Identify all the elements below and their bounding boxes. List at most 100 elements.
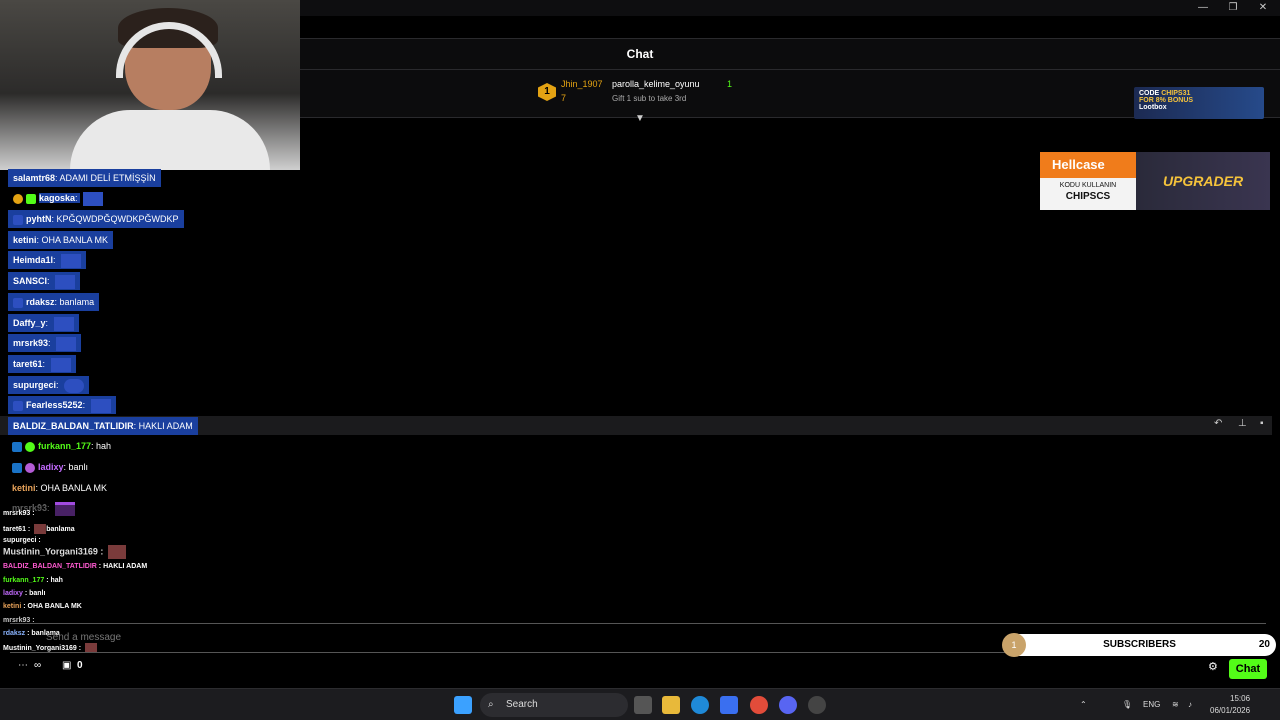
message-input-placeholder: Send a message xyxy=(46,632,122,643)
chat-title: Chat xyxy=(626,47,654,61)
divider xyxy=(300,69,1280,70)
message-user[interactable]: kagoska xyxy=(39,193,76,203)
language-indicator[interactable]: ENG xyxy=(1143,689,1160,720)
leader-second-user[interactable]: parolla_kelime_oyunu xyxy=(612,79,700,89)
emote xyxy=(53,316,74,331)
chat-message[interactable]: Daffy_y: xyxy=(8,314,79,332)
message-user[interactable]: Heimda1l xyxy=(13,255,53,265)
file-explorer-icon[interactable] xyxy=(662,696,680,714)
message-text: HAKLI ADAM xyxy=(138,421,193,431)
store-icon[interactable] xyxy=(720,696,738,714)
gear-icon[interactable]: ⚙ xyxy=(1208,660,1218,673)
taskbar-search[interactable]: ⌕ Search xyxy=(480,693,628,717)
message-user[interactable]: ketini xyxy=(12,483,36,493)
subscribers-count: 20 xyxy=(1258,639,1270,650)
minimize-button[interactable]: — xyxy=(1188,1,1218,15)
windows-start-icon[interactable] xyxy=(454,696,472,714)
subscribers-goal-bar: 1 SUBSCRIBERS 20 xyxy=(1002,633,1276,657)
lootbox-promo-banner[interactable]: CODE CHIPS31 FOR 8% BONUS Lootbox xyxy=(1134,87,1264,119)
subscribers-label: SUBSCRIBERS xyxy=(1103,639,1176,650)
message-user[interactable]: ketini xyxy=(13,235,37,245)
message-user[interactable]: Fearless5252 xyxy=(26,400,83,410)
chat-message[interactable]: ketini: OHA BANLA MK xyxy=(12,479,107,497)
edge-browser-icon[interactable] xyxy=(691,696,709,714)
taskbar-search-label: Search xyxy=(506,699,538,710)
chat-message[interactable]: taret61: xyxy=(8,355,76,373)
chat-message[interactable]: supurgeci: xyxy=(8,376,90,394)
message-user[interactable]: Daffy_y xyxy=(13,318,46,328)
points-count: 0 xyxy=(77,660,83,671)
chat-message[interactable]: ketini: OHA BANLA MK xyxy=(8,231,114,249)
message-text: OHA BANLA MK xyxy=(41,235,109,245)
emote xyxy=(83,191,104,206)
close-button[interactable]: ✕ xyxy=(1248,1,1278,15)
overlay-message: supurgeci : xyxy=(3,537,41,544)
task-view-icon[interactable] xyxy=(634,696,652,714)
hellcase-promo-banner[interactable]: Hellcase KODU KULLANIN CHIPSCS UPGRADER xyxy=(1040,152,1270,210)
overlay-message: BALDIZ_BALDAN_TATLIDIR : HAKLI ADAM xyxy=(3,563,148,570)
message-user[interactable]: mrsrk93 xyxy=(13,338,48,348)
badge-icon xyxy=(12,441,22,452)
chat-message[interactable]: Heimda1l: xyxy=(8,251,87,269)
infinity-icon[interactable]: ∞ xyxy=(34,660,41,671)
app-icon[interactable] xyxy=(808,696,826,714)
message-user[interactable]: ladixy xyxy=(38,462,64,472)
chat-message[interactable]: mrsrk93: xyxy=(8,334,82,352)
leader-first-user[interactable]: Jhin_1907 xyxy=(561,79,603,89)
volume-icon[interactable]: ♪ xyxy=(1188,689,1192,720)
wifi-icon[interactable]: ≋ xyxy=(1172,689,1179,720)
chrome-icon[interactable] xyxy=(750,696,768,714)
message-user[interactable]: pyhtN xyxy=(26,214,52,224)
emote xyxy=(90,398,111,413)
chat-message[interactable]: BALDIZ_BALDAN_TATLIDIR: HAKLI ADAM xyxy=(8,417,198,435)
chat-message[interactable]: pyhtN: KPĞQWDPĞQWDKPĞWDKP xyxy=(8,210,184,228)
message-user[interactable]: BALDIZ_BALDAN_TATLIDIR xyxy=(13,421,134,431)
chat-message[interactable]: kagoska: xyxy=(8,189,108,207)
webcam-video xyxy=(0,0,300,170)
message-user[interactable]: supurgeci xyxy=(13,380,56,390)
overlay-message: furkann_177 : hah xyxy=(3,577,63,584)
emote xyxy=(56,336,77,351)
message-user[interactable]: furkann_177 xyxy=(38,441,91,451)
hellcase-logo: Hellcase xyxy=(1040,152,1136,178)
gift-sub-prompt[interactable]: Gift 1 sub to take 3rd xyxy=(612,94,686,103)
hellcase-code-box: KODU KULLANIN CHIPSCS xyxy=(1040,178,1136,210)
chat-header-panel: Chat 1 Jhin_1907 7 parolla_kelime_oyunu … xyxy=(300,38,1280,124)
tray-chevron-icon[interactable]: ⌃ xyxy=(1080,689,1087,720)
pin-icon[interactable]: ⊥ xyxy=(1238,418,1247,429)
overlay-message: mrsrk93 : xyxy=(3,510,35,517)
message-user[interactable]: SANSCI xyxy=(13,276,47,286)
hellcase-code: CHIPSCS xyxy=(1065,191,1111,202)
microphone-icon[interactable]: 🎙 xyxy=(1122,689,1132,720)
gift-icon[interactable]: ▣ xyxy=(62,660,71,671)
leader-second-count: 1 xyxy=(727,79,733,89)
send-chat-button[interactable]: Chat xyxy=(1229,659,1267,679)
chat-message[interactable]: SANSCI: xyxy=(8,272,81,290)
chat-message[interactable]: salamtr68: ADAMI DELİ ETMİŞŞİN xyxy=(8,169,161,187)
share-icon[interactable]: ⋯ xyxy=(18,660,28,671)
reply-icon[interactable]: ↶ xyxy=(1214,418,1222,429)
emote xyxy=(61,253,82,268)
message-user[interactable]: taret61 xyxy=(13,359,43,369)
rank-badge: 1 xyxy=(538,83,556,101)
chat-message[interactable]: ladixy: banlı xyxy=(12,458,88,476)
message-text: OHA BANLA MK xyxy=(40,483,108,493)
badge-icon xyxy=(13,400,23,411)
message-user[interactable]: rdaksz xyxy=(26,297,55,307)
leader-first-count: 7 xyxy=(561,93,567,103)
delete-icon[interactable]: ▪ xyxy=(1260,418,1264,429)
collapse-chevron-icon[interactable]: ▼ xyxy=(634,113,646,124)
message-text: KPĞQWDPĞQWDKPĞWDKP xyxy=(56,214,179,224)
chat-message[interactable]: Fearless5252: xyxy=(8,396,116,414)
search-icon: ⌕ xyxy=(488,699,494,710)
chat-message[interactable]: rdaksz: banlama xyxy=(8,293,100,311)
chat-message[interactable]: furkann_177: hah xyxy=(12,437,111,455)
message-user[interactable]: salamtr68 xyxy=(13,173,55,183)
overlay-message: Mustinin_Yorgani3169 : xyxy=(3,545,126,559)
message-text: banlı xyxy=(68,462,89,472)
clock-date[interactable]: 06/01/2026 xyxy=(1210,695,1250,720)
discord-icon[interactable] xyxy=(779,696,797,714)
badge-icon xyxy=(13,297,23,308)
maximize-button[interactable]: ❐ xyxy=(1218,1,1248,15)
promo-code-label: CODE xyxy=(1139,90,1160,97)
